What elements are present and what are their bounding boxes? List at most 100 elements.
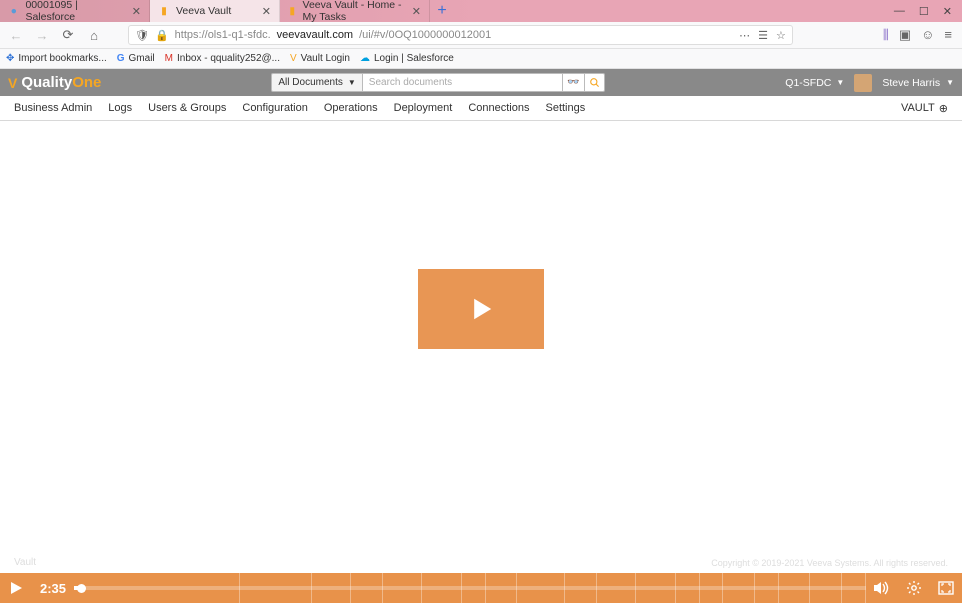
admin-nav-items: Business Admin Logs Users & Groups Confi… <box>14 102 585 114</box>
search-button[interactable] <box>585 73 605 92</box>
bookmark-inbox[interactable]: M Inbox - qquality252@... <box>165 53 280 64</box>
video-player-bar: 2:35 <box>0 573 962 603</box>
bookmark-star-icon[interactable]: ☆ <box>776 29 786 42</box>
back-button[interactable]: ← <box>6 25 26 45</box>
home-button[interactable]: ⌂ <box>84 25 104 45</box>
bookmark-label: Gmail <box>129 53 155 64</box>
lock-icon: 🔒 <box>155 29 169 42</box>
bookmarks-bar: ✥ Import bookmarks... G Gmail M Inbox - … <box>0 49 962 69</box>
screenshot-icon[interactable]: ▣ <box>899 27 911 43</box>
nav-settings[interactable]: Settings <box>545 102 585 114</box>
brand-quality: Quality <box>21 74 72 91</box>
tab-title: 00001095 | Salesforce <box>25 0 125 23</box>
menu-icon[interactable]: ≡ <box>944 27 952 43</box>
volume-icon <box>873 581 891 595</box>
play-pause-button[interactable] <box>0 573 32 603</box>
progress-track <box>74 586 866 590</box>
footer-brand: Vault <box>14 557 36 568</box>
play-icon <box>9 581 23 595</box>
play-icon <box>464 292 498 326</box>
footer-copyright: Copyright © 2019-2021 Veeva Systems. All… <box>711 558 948 568</box>
url-domain: veevavault.com <box>277 29 353 41</box>
close-icon[interactable]: ✕ <box>262 5 271 18</box>
library-icon[interactable]: ⫼ <box>883 27 889 43</box>
bookmark-salesforce[interactable]: ☁ Login | Salesforce <box>360 53 454 64</box>
current-time: 2:35 <box>32 581 74 596</box>
close-window-button[interactable]: ✕ <box>943 5 952 18</box>
globe-icon: ⊕ <box>939 102 948 115</box>
tab-title: Veeva Vault - Home - My Tasks <box>303 0 406 23</box>
close-icon[interactable]: ✕ <box>412 5 421 18</box>
browser-tab-active[interactable]: ▮ Veeva Vault ✕ <box>150 0 280 22</box>
brand-one: One <box>72 74 101 91</box>
window-controls: — ☐ ✕ <box>884 5 962 18</box>
search-icon <box>589 77 600 88</box>
nav-deployment[interactable]: Deployment <box>394 102 453 114</box>
brand-mark-icon: V <box>8 75 17 91</box>
maximize-button[interactable]: ☐ <box>919 5 929 18</box>
nav-operations[interactable]: Operations <box>324 102 378 114</box>
account-icon[interactable]: ☺ <box>921 27 934 43</box>
mail-icon: M <box>165 53 173 64</box>
document-scope-select[interactable]: All Documents ▼ <box>271 73 362 92</box>
nav-logs[interactable]: Logs <box>108 102 132 114</box>
vault-icon: ▮ <box>288 5 297 17</box>
content-area: Vault Copyright © 2019-2021 Veeva System… <box>0 121 962 571</box>
url-prefix: https://ols1-q1-sfdc. <box>175 29 271 41</box>
avatar[interactable] <box>854 74 872 92</box>
nav-business-admin[interactable]: Business Admin <box>14 102 92 114</box>
cloud-icon: ● <box>8 5 19 17</box>
video-play-button[interactable] <box>418 269 544 349</box>
url-bar[interactable]: 🛡 🔒 https://ols1-q1-sfdc. veevavault.com /… <box>128 25 793 45</box>
progress-thumb[interactable] <box>77 584 86 593</box>
forward-button[interactable]: → <box>32 25 52 45</box>
chevron-down-icon: ▼ <box>946 78 954 87</box>
search-input[interactable]: Search documents <box>363 73 563 92</box>
more-icon[interactable]: ⋯ <box>739 29 750 42</box>
progress-bar[interactable] <box>74 573 866 603</box>
bookmark-label: Import bookmarks... <box>18 53 106 64</box>
fullscreen-icon <box>938 581 954 595</box>
search-placeholder: Search documents <box>369 77 452 88</box>
import-icon: ✥ <box>6 53 14 64</box>
bookmark-import[interactable]: ✥ Import bookmarks... <box>6 53 107 64</box>
search-wrap: All Documents ▼ Search documents 👓 <box>271 73 604 92</box>
user-name-label: Steve Harris <box>882 77 940 89</box>
url-path: /ui/#v/0OQ1000000012001 <box>359 29 491 41</box>
tab-strip: ● 00001095 | Salesforce ✕ ▮ Veeva Vault … <box>0 0 454 22</box>
browser-tab[interactable]: ▮ Veeva Vault - Home - My Tasks ✕ <box>280 0 430 22</box>
chevron-down-icon: ▼ <box>836 78 844 87</box>
reload-button[interactable]: ⟳ <box>58 25 78 45</box>
nav-configuration[interactable]: Configuration <box>242 102 307 114</box>
close-icon[interactable]: ✕ <box>132 5 141 18</box>
vault-switcher[interactable]: VAULT ⊕ <box>901 102 948 115</box>
binoculars-icon[interactable]: 👓 <box>563 73 585 92</box>
vault-icon: ▮ <box>158 5 170 17</box>
browser-navbar: ← → ⟳ ⌂ 🛡 🔒 https://ols1-q1-sfdc. veevava… <box>0 22 962 49</box>
bookmark-gmail[interactable]: G Gmail <box>117 53 155 64</box>
environment-select[interactable]: Q1-SFDC ▼ <box>785 77 844 89</box>
bookmark-label: Inbox - qquality252@... <box>177 53 280 64</box>
new-tab-button[interactable]: + <box>430 0 454 22</box>
bookmark-vault-login[interactable]: V Vault Login <box>290 53 350 64</box>
brand-logo[interactable]: V QualityOne <box>8 74 101 91</box>
shield-icon: 🛡 <box>135 29 149 42</box>
chevron-down-icon: ▼ <box>348 78 356 87</box>
minimize-button[interactable]: — <box>894 5 905 18</box>
settings-button[interactable] <box>898 573 930 603</box>
vault-label: VAULT <box>901 102 935 114</box>
vault-icon: V <box>290 53 297 64</box>
google-icon: G <box>117 53 125 64</box>
cloud-icon: ☁ <box>360 53 370 64</box>
user-menu[interactable]: Steve Harris ▼ <box>882 77 954 89</box>
tab-title: Veeva Vault <box>176 5 231 17</box>
nav-users-groups[interactable]: Users & Groups <box>148 102 226 114</box>
admin-nav: Business Admin Logs Users & Groups Confi… <box>0 96 962 121</box>
fullscreen-button[interactable] <box>930 573 962 603</box>
bookmark-label: Vault Login <box>301 53 350 64</box>
reader-icon[interactable]: ☰ <box>758 29 768 42</box>
volume-button[interactable] <box>866 573 898 603</box>
browser-tab[interactable]: ● 00001095 | Salesforce ✕ <box>0 0 150 22</box>
env-name: Q1-SFDC <box>785 77 831 89</box>
nav-connections[interactable]: Connections <box>468 102 529 114</box>
